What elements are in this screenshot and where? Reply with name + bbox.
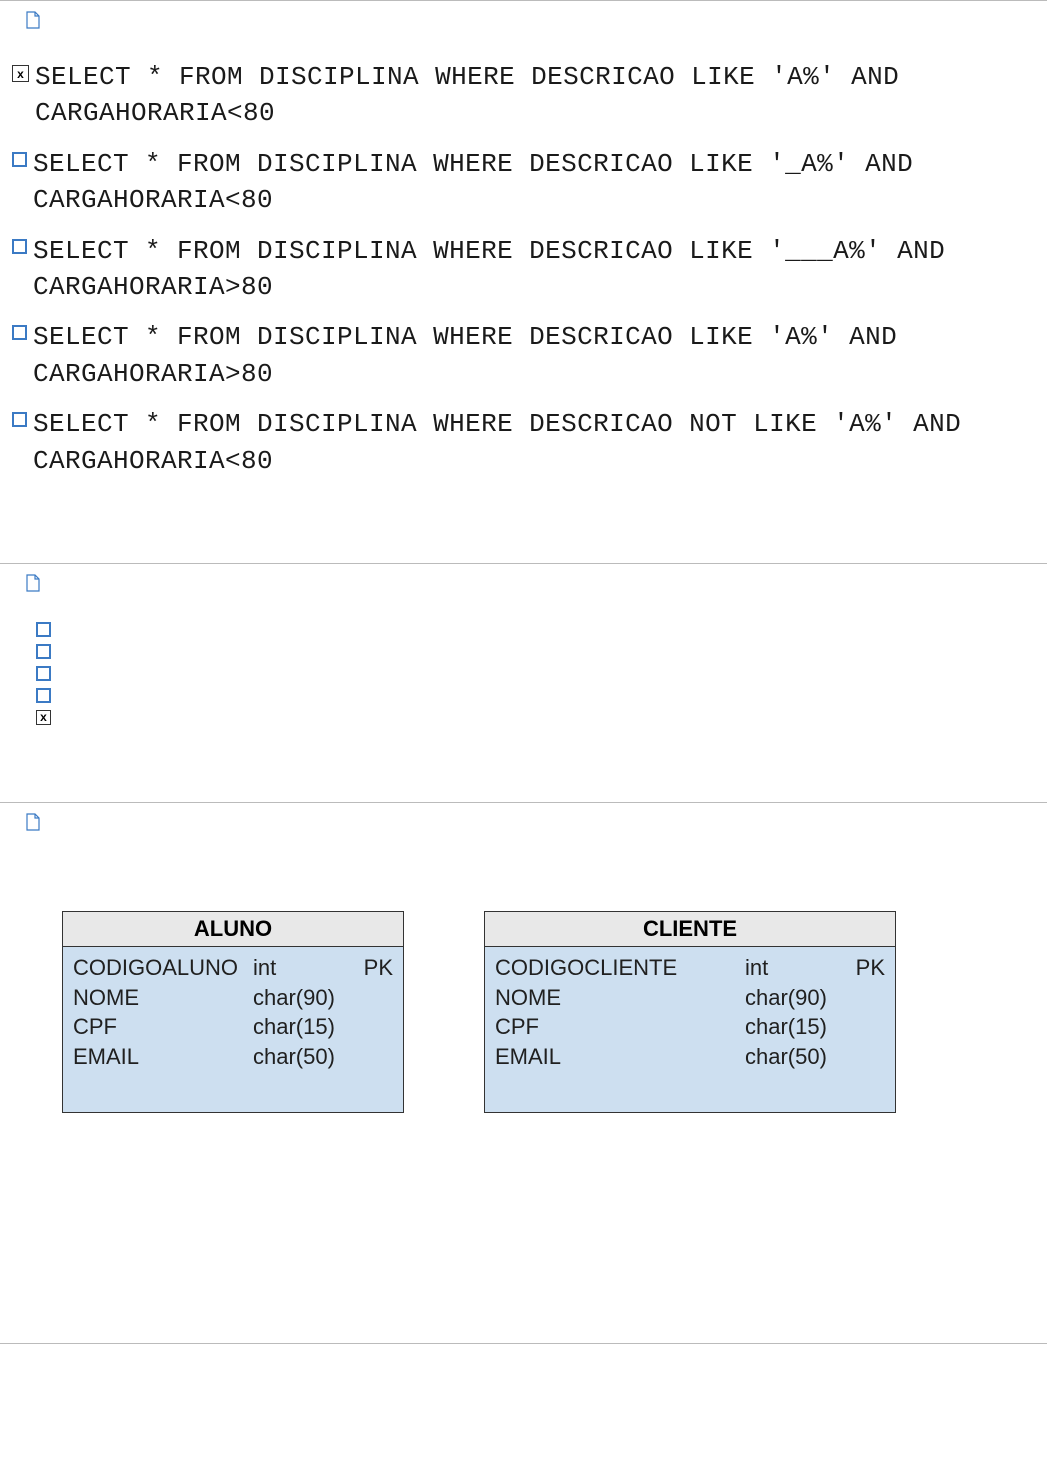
empty-choice-list: x: [6, 622, 1041, 802]
col-type: char(50): [745, 1042, 855, 1072]
col-key: PK: [855, 953, 885, 983]
col-name: NOME: [495, 983, 745, 1013]
col-key: [855, 983, 885, 1013]
checkbox-checked-icon: x: [12, 65, 29, 82]
col-type: char(90): [253, 983, 363, 1013]
table-row: NOME char(90): [73, 983, 393, 1013]
col-type: char(15): [745, 1012, 855, 1042]
option-row[interactable]: SELECT * FROM DISCIPLINA WHERE DESCRICAO…: [12, 406, 1035, 479]
col-type: int: [253, 953, 363, 983]
option-row[interactable]: x SELECT * FROM DISCIPLINA WHERE DESCRIC…: [12, 59, 1035, 132]
table-header: CLIENTE: [485, 912, 895, 947]
page-icon: [26, 574, 40, 592]
option-row[interactable]: SELECT * FROM DISCIPLINA WHERE DESCRICAO…: [12, 146, 1035, 219]
checkbox-unchecked-icon[interactable]: [36, 622, 51, 637]
checkbox-unchecked-icon[interactable]: [36, 644, 51, 659]
table-row: CODIGOCLIENTE int PK: [495, 953, 885, 983]
option-text: SELECT * FROM DISCIPLINA WHERE DESCRICAO…: [33, 406, 1035, 479]
db-table-aluno: ALUNO CODIGOALUNO int PK NOME char(90) C…: [62, 911, 404, 1113]
col-key: [855, 1042, 885, 1072]
col-name: EMAIL: [73, 1042, 253, 1072]
col-type: char(50): [253, 1042, 363, 1072]
col-type: char(15): [253, 1012, 363, 1042]
col-key: [855, 1012, 885, 1042]
col-key: [363, 983, 393, 1013]
option-text: SELECT * FROM DISCIPLINA WHERE DESCRICAO…: [33, 319, 1035, 392]
checkbox-unchecked-icon: [12, 239, 27, 254]
divider-mid1: [0, 563, 1047, 564]
table-row: CPF char(15): [495, 1012, 885, 1042]
col-type: int: [745, 953, 855, 983]
col-key: PK: [363, 953, 393, 983]
table-body: CODIGOCLIENTE int PK NOME char(90) CPF c…: [485, 947, 895, 1112]
table-row: CPF char(15): [73, 1012, 393, 1042]
table-row: EMAIL char(50): [495, 1042, 885, 1072]
db-table-cliente: CLIENTE CODIGOCLIENTE int PK NOME char(9…: [484, 911, 896, 1113]
tables-container: ALUNO CODIGOALUNO int PK NOME char(90) C…: [6, 861, 1041, 1113]
divider-top: [0, 0, 1047, 1]
option-text: SELECT * FROM DISCIPLINA WHERE DESCRICAO…: [33, 233, 1035, 306]
checkbox-unchecked-icon[interactable]: [36, 666, 51, 681]
table-row: EMAIL char(50): [73, 1042, 393, 1072]
divider-mid2: [0, 802, 1047, 803]
col-name: CODIGOCLIENTE: [495, 953, 745, 983]
option-text: SELECT * FROM DISCIPLINA WHERE DESCRICAO…: [35, 59, 1035, 132]
col-name: CPF: [495, 1012, 745, 1042]
checkbox-unchecked-icon: [12, 325, 27, 340]
col-name: NOME: [73, 983, 253, 1013]
col-key: [363, 1042, 393, 1072]
checkbox-unchecked-icon: [12, 152, 27, 167]
sql-options-list: x SELECT * FROM DISCIPLINA WHERE DESCRIC…: [6, 59, 1041, 563]
checkbox-unchecked-icon[interactable]: [36, 688, 51, 703]
col-name: CPF: [73, 1012, 253, 1042]
table-row: NOME char(90): [495, 983, 885, 1013]
col-name: EMAIL: [495, 1042, 745, 1072]
table-header: ALUNO: [63, 912, 403, 947]
col-type: char(90): [745, 983, 855, 1013]
table-row: CODIGOALUNO int PK: [73, 953, 393, 983]
page-icon: [26, 813, 40, 831]
checkbox-checked-icon[interactable]: x: [36, 710, 51, 725]
col-key: [363, 1012, 393, 1042]
option-text: SELECT * FROM DISCIPLINA WHERE DESCRICAO…: [33, 146, 1035, 219]
page-icon: [26, 11, 40, 29]
divider-bottom: [0, 1343, 1047, 1344]
table-body: CODIGOALUNO int PK NOME char(90) CPF cha…: [63, 947, 403, 1112]
col-name: CODIGOALUNO: [73, 953, 253, 983]
option-row[interactable]: SELECT * FROM DISCIPLINA WHERE DESCRICAO…: [12, 319, 1035, 392]
option-row[interactable]: SELECT * FROM DISCIPLINA WHERE DESCRICAO…: [12, 233, 1035, 306]
checkbox-unchecked-icon: [12, 412, 27, 427]
